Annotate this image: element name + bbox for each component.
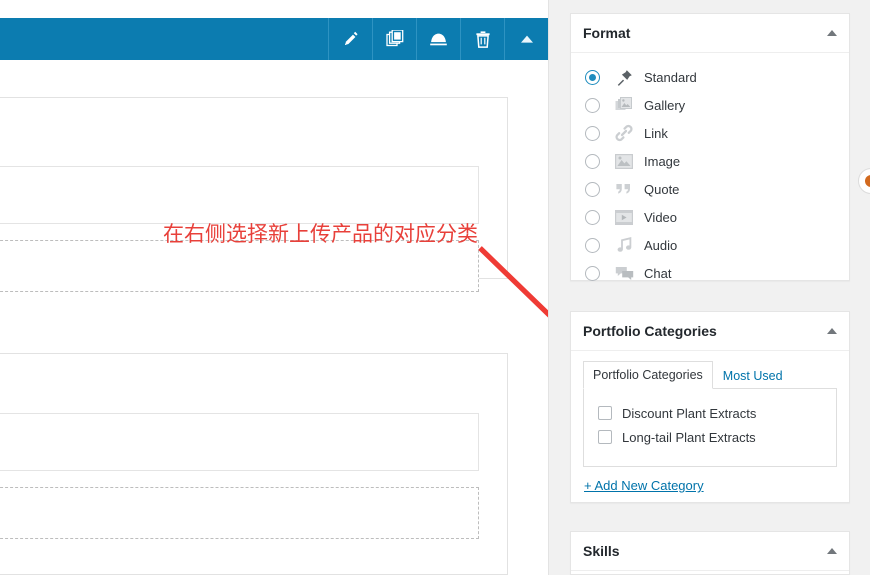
- format-option-gallery[interactable]: Gallery: [571, 91, 849, 119]
- format-option-quote[interactable]: Quote: [571, 175, 849, 203]
- format-option-standard[interactable]: Standard: [571, 63, 849, 91]
- category-checklist: Discount Plant Extracts Long-tail Plant …: [583, 389, 837, 467]
- radio-link[interactable]: [585, 125, 600, 141]
- format-option-image[interactable]: Image: [571, 147, 849, 175]
- module-toolbar: [0, 18, 548, 60]
- audio-icon: [614, 235, 634, 255]
- content-block-solid-2[interactable]: [0, 413, 479, 471]
- triangle-up-icon: [519, 34, 535, 44]
- duplicate-icon: [385, 30, 404, 48]
- skills-panel-title: Skills: [583, 543, 620, 559]
- save-module-button[interactable]: [416, 18, 460, 60]
- page-root: 在右侧选择新上传产品的对应分类 Format Standard Gallery …: [0, 0, 870, 575]
- pencil-icon: [342, 31, 359, 48]
- category-label-longtail: Long-tail Plant Extracts: [622, 429, 756, 445]
- portfolio-categories-title: Portfolio Categories: [583, 323, 717, 339]
- category-item-discount[interactable]: Discount Plant Extracts: [598, 401, 836, 425]
- radio-video[interactable]: [585, 209, 600, 225]
- format-option-link[interactable]: Link: [571, 119, 849, 147]
- category-item-longtail[interactable]: Long-tail Plant Extracts: [598, 425, 836, 449]
- settings-sidebar: Format Standard Gallery Link Image Quote…: [568, 0, 870, 575]
- format-option-list: Standard Gallery Link Image Quote Video …: [571, 53, 849, 295]
- triangle-up-icon[interactable]: [827, 30, 837, 36]
- tab-most-used[interactable]: Most Used: [713, 362, 793, 389]
- add-new-category-link[interactable]: + Add New Category: [584, 478, 704, 493]
- content-block-dashed-2[interactable]: [0, 487, 479, 539]
- radio-quote[interactable]: [585, 181, 600, 197]
- radio-audio[interactable]: [585, 237, 600, 253]
- format-label-chat: Chat: [644, 265, 672, 281]
- format-label-link: Link: [644, 125, 668, 141]
- collapse-module-button[interactable]: [504, 18, 548, 60]
- checkbox-long-tail-plant-extracts[interactable]: [598, 430, 612, 444]
- annotation-text: 在右侧选择新上传产品的对应分类: [163, 222, 478, 246]
- format-option-chat[interactable]: Chat: [571, 259, 849, 287]
- category-label-discount: Discount Plant Extracts: [622, 405, 757, 421]
- radio-chat[interactable]: [585, 265, 600, 281]
- gallery-icon: [614, 95, 634, 115]
- format-label-standard: Standard: [644, 69, 697, 85]
- format-panel: Format Standard Gallery Link Image Quote…: [570, 13, 850, 281]
- editor-canvas: 在右侧选择新上传产品的对应分类: [0, 0, 548, 575]
- skills-panel: Skills: [570, 531, 850, 575]
- format-panel-title: Format: [583, 25, 631, 41]
- delete-module-button[interactable]: [460, 18, 504, 60]
- format-label-audio: Audio: [644, 237, 678, 253]
- column-gutter: [548, 0, 569, 575]
- chat-icon: [614, 263, 634, 283]
- pushpin-icon: [614, 67, 634, 87]
- save-icon: [429, 32, 448, 46]
- triangle-up-icon[interactable]: [827, 548, 837, 554]
- triangle-up-icon[interactable]: [827, 328, 837, 334]
- radio-standard[interactable]: [585, 69, 600, 85]
- radio-gallery[interactable]: [585, 97, 600, 113]
- portfolio-categories-panel: Portfolio Categories Portfolio Categorie…: [570, 311, 850, 503]
- image-icon: [614, 151, 634, 171]
- quote-icon: [614, 179, 634, 199]
- format-label-video: Video: [644, 209, 678, 225]
- format-label-quote: Quote: [644, 181, 680, 197]
- format-option-video[interactable]: Video: [571, 203, 849, 231]
- portfolio-categories-body: Portfolio Categories Most Used Discount …: [571, 351, 849, 503]
- checkbox-discount-plant-extracts[interactable]: [598, 406, 612, 420]
- category-tabs: Portfolio Categories Most Used: [583, 361, 837, 389]
- content-block-dashed-1[interactable]: [0, 240, 479, 292]
- content-block-solid-1[interactable]: [0, 166, 479, 224]
- duplicate-module-button[interactable]: [372, 18, 416, 60]
- skills-panel-header[interactable]: Skills: [571, 532, 849, 571]
- format-option-audio[interactable]: Audio: [571, 231, 849, 259]
- format-label-image: Image: [644, 153, 681, 169]
- format-label-gallery: Gallery: [644, 97, 686, 113]
- tab-portfolio-categories[interactable]: Portfolio Categories: [583, 361, 713, 389]
- link-icon: [614, 123, 634, 143]
- edit-module-button[interactable]: [328, 18, 372, 60]
- trash-icon: [475, 30, 491, 48]
- format-panel-header[interactable]: Format: [571, 14, 849, 53]
- radio-image[interactable]: [585, 153, 600, 169]
- badge-dot-icon: [865, 175, 870, 187]
- portfolio-categories-header[interactable]: Portfolio Categories: [571, 312, 849, 351]
- video-icon: [614, 207, 634, 227]
